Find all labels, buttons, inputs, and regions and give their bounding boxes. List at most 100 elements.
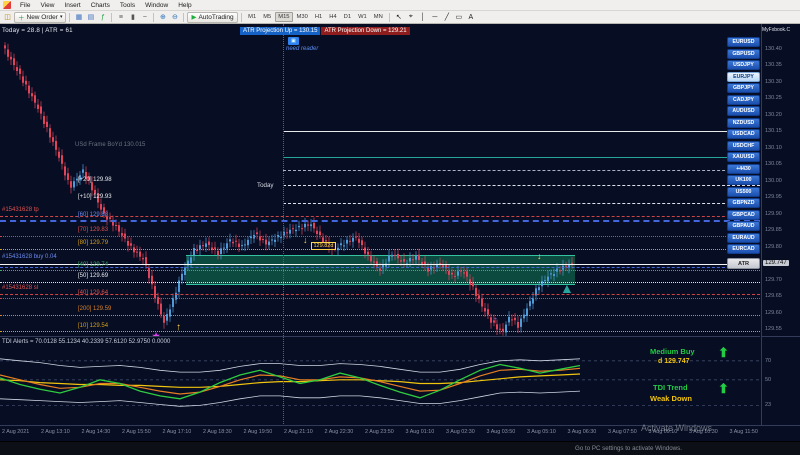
zoom-in-icon[interactable]: ⊕ — [157, 12, 168, 23]
vertical-line-icon[interactable]: │ — [417, 12, 428, 23]
symbol-button-us500[interactable]: US500 — [727, 187, 760, 197]
symbol-button-+4430[interactable]: +4430 — [727, 164, 760, 174]
timeframe-button-m1[interactable]: M1 — [245, 12, 260, 22]
price-axis-label: 129.60 — [765, 310, 782, 316]
timeframe-button-w1[interactable]: W1 — [355, 12, 371, 22]
up-arrow-icon: ⬆ — [718, 345, 729, 361]
data-window-icon[interactable]: ▤ — [85, 12, 96, 23]
signal-price: d 129.747 — [658, 358, 690, 365]
market-watch-icon[interactable]: ▦ — [73, 12, 84, 23]
candle-chart-icon[interactable]: ▮ — [127, 12, 138, 23]
price-level-label: [+20] 129.98 — [78, 177, 112, 183]
toolbar-separator — [69, 13, 70, 22]
price-axis-label: 130.25 — [765, 95, 782, 101]
symbol-button-gbpusd[interactable]: GBPUSD — [727, 49, 760, 59]
menu-item-insert[interactable]: Insert — [59, 2, 85, 9]
activate-windows-title: Activate Windows — [641, 423, 712, 433]
timeframe-button-m5[interactable]: M5 — [260, 12, 275, 22]
price-level-line[interactable] — [0, 216, 760, 217]
symbol-button-gbpaud[interactable]: GBPAUD — [727, 221, 760, 231]
price-level-line[interactable] — [0, 298, 760, 299]
line-chart-icon[interactable]: ~ — [139, 12, 150, 23]
menu-item-tools[interactable]: Tools — [115, 2, 140, 9]
timeframe-button-h1[interactable]: H1 — [311, 12, 325, 22]
reader-icon-button[interactable]: ▣ — [288, 37, 299, 45]
buy-arrow-marker: ↑ — [176, 323, 181, 333]
price-axis-label: 130.35 — [765, 62, 782, 68]
timeframe-button-mn[interactable]: MN — [370, 12, 386, 22]
timeframe-button-m15[interactable]: M15 — [275, 12, 293, 22]
time-label: 3 Aug 06:30 — [568, 429, 597, 441]
price-axis[interactable]: 130.40130.35130.30130.25130.20130.15130.… — [761, 24, 800, 336]
symbol-button-euraud[interactable]: EURAUD — [727, 233, 760, 243]
price-axis-label: 130.15 — [765, 128, 782, 134]
cursor-icon[interactable]: ↖ — [393, 12, 404, 23]
time-label: 3 Aug 05:10 — [527, 429, 556, 441]
symbol-button-gbpcad[interactable]: GBPCAD — [727, 210, 760, 220]
toolbar-separator — [241, 13, 242, 22]
price-level-line[interactable] — [283, 185, 760, 186]
price-level-label: [80] 129.79 — [78, 240, 108, 246]
symbol-button-usdcad[interactable]: USDCAD — [727, 129, 760, 139]
menu-item-charts[interactable]: Charts — [86, 2, 115, 9]
order-label: #15431628 buy 0.04 — [2, 254, 57, 260]
time-label: 2 Aug 21:10 — [284, 429, 313, 441]
autotrading-button[interactable]: ▶ AutoTrading — [187, 12, 237, 23]
today-separator-line — [283, 24, 284, 336]
symbol-button-cadjpy[interactable]: CADJPY — [727, 95, 760, 105]
price-level-line[interactable] — [283, 131, 760, 132]
price-level-line[interactable] — [0, 315, 760, 316]
tdi-pane[interactable]: TDI Alerts = 70.0128 55.1234 40.2339 57.… — [0, 336, 760, 425]
menu-item-help[interactable]: Help — [173, 2, 196, 9]
crosshair-icon[interactable]: ⌖ — [405, 12, 416, 23]
price-level-label: [200] 129.59 — [78, 306, 111, 312]
symbol-button-eurjpy[interactable]: EURJPY — [727, 72, 760, 82]
timeframe-button-m30[interactable]: M30 — [293, 12, 311, 22]
symbol-button-audusd[interactable]: AUDUSD — [727, 106, 760, 116]
price-level-line[interactable] — [0, 264, 760, 265]
menu-item-file[interactable]: File — [15, 2, 35, 9]
price-level-line[interactable] — [0, 267, 760, 268]
price-level-line[interactable] — [283, 170, 760, 171]
symbol-button-gbpjpy[interactable]: GBPJPY — [727, 83, 760, 93]
symbol-button-eurusd[interactable]: EURUSD — [727, 37, 760, 47]
text-icon[interactable]: A — [465, 12, 476, 23]
price-level-line[interactable] — [0, 331, 760, 332]
price-level-label: [50] 129.69 — [78, 273, 108, 279]
symbol-button-eurcad[interactable]: EURCAD — [727, 244, 760, 254]
trendline-icon[interactable]: ╱ — [441, 12, 452, 23]
timeframe-button-d1[interactable]: D1 — [340, 12, 354, 22]
buy-arrow-marker: ↑ — [493, 316, 498, 326]
price-level-line[interactable] — [0, 220, 760, 222]
chart-window-icon[interactable]: ◫ — [2, 12, 13, 23]
symbol-button-usdchf[interactable]: USDCHF — [727, 141, 760, 151]
zoom-out-icon[interactable]: ⊖ — [169, 12, 180, 23]
today-label: Today — [257, 182, 274, 189]
time-label: 3 Aug 03:50 — [487, 429, 516, 441]
price-level-line[interactable] — [283, 203, 760, 204]
atr-panel-button[interactable]: ATR — [727, 258, 760, 269]
price-level-line[interactable] — [0, 249, 760, 250]
price-level-line[interactable] — [0, 236, 760, 237]
plus-icon: ＋ — [18, 12, 25, 22]
price-level-line[interactable] — [283, 157, 760, 158]
menu-item-window[interactable]: Window — [140, 2, 173, 9]
indicators-icon[interactable]: ƒ — [97, 12, 108, 23]
symbol-button-nzdusd[interactable]: NZDUSD — [727, 118, 760, 128]
chart-area[interactable]: #15431628 tp[+20] 129.98[+10] 129.93[60]… — [0, 24, 760, 336]
price-level-line[interactable] — [0, 294, 760, 295]
symbol-button-uk100[interactable]: UK100 — [727, 175, 760, 185]
tdi-axis: 705023 — [761, 336, 800, 425]
signal-weak-down: Weak Down — [650, 394, 692, 403]
timeframe-button-h4[interactable]: H4 — [326, 12, 340, 22]
symbol-button-xauusd[interactable]: XAUUSD — [727, 152, 760, 162]
symbol-button-usdjpy[interactable]: USDJPY — [727, 60, 760, 70]
new-order-button[interactable]: ＋ New Order ▾ — [14, 12, 66, 23]
price-level-line[interactable] — [0, 282, 760, 283]
symbol-button-gbpnzd[interactable]: GBPNZD — [727, 198, 760, 208]
horizontal-line-icon[interactable]: ─ — [429, 12, 440, 23]
price-level-line[interactable] — [0, 270, 760, 271]
menu-item-view[interactable]: View — [35, 2, 59, 9]
bar-chart-icon[interactable]: ≡ — [115, 12, 126, 23]
rectangle-icon[interactable]: ▭ — [453, 12, 464, 23]
